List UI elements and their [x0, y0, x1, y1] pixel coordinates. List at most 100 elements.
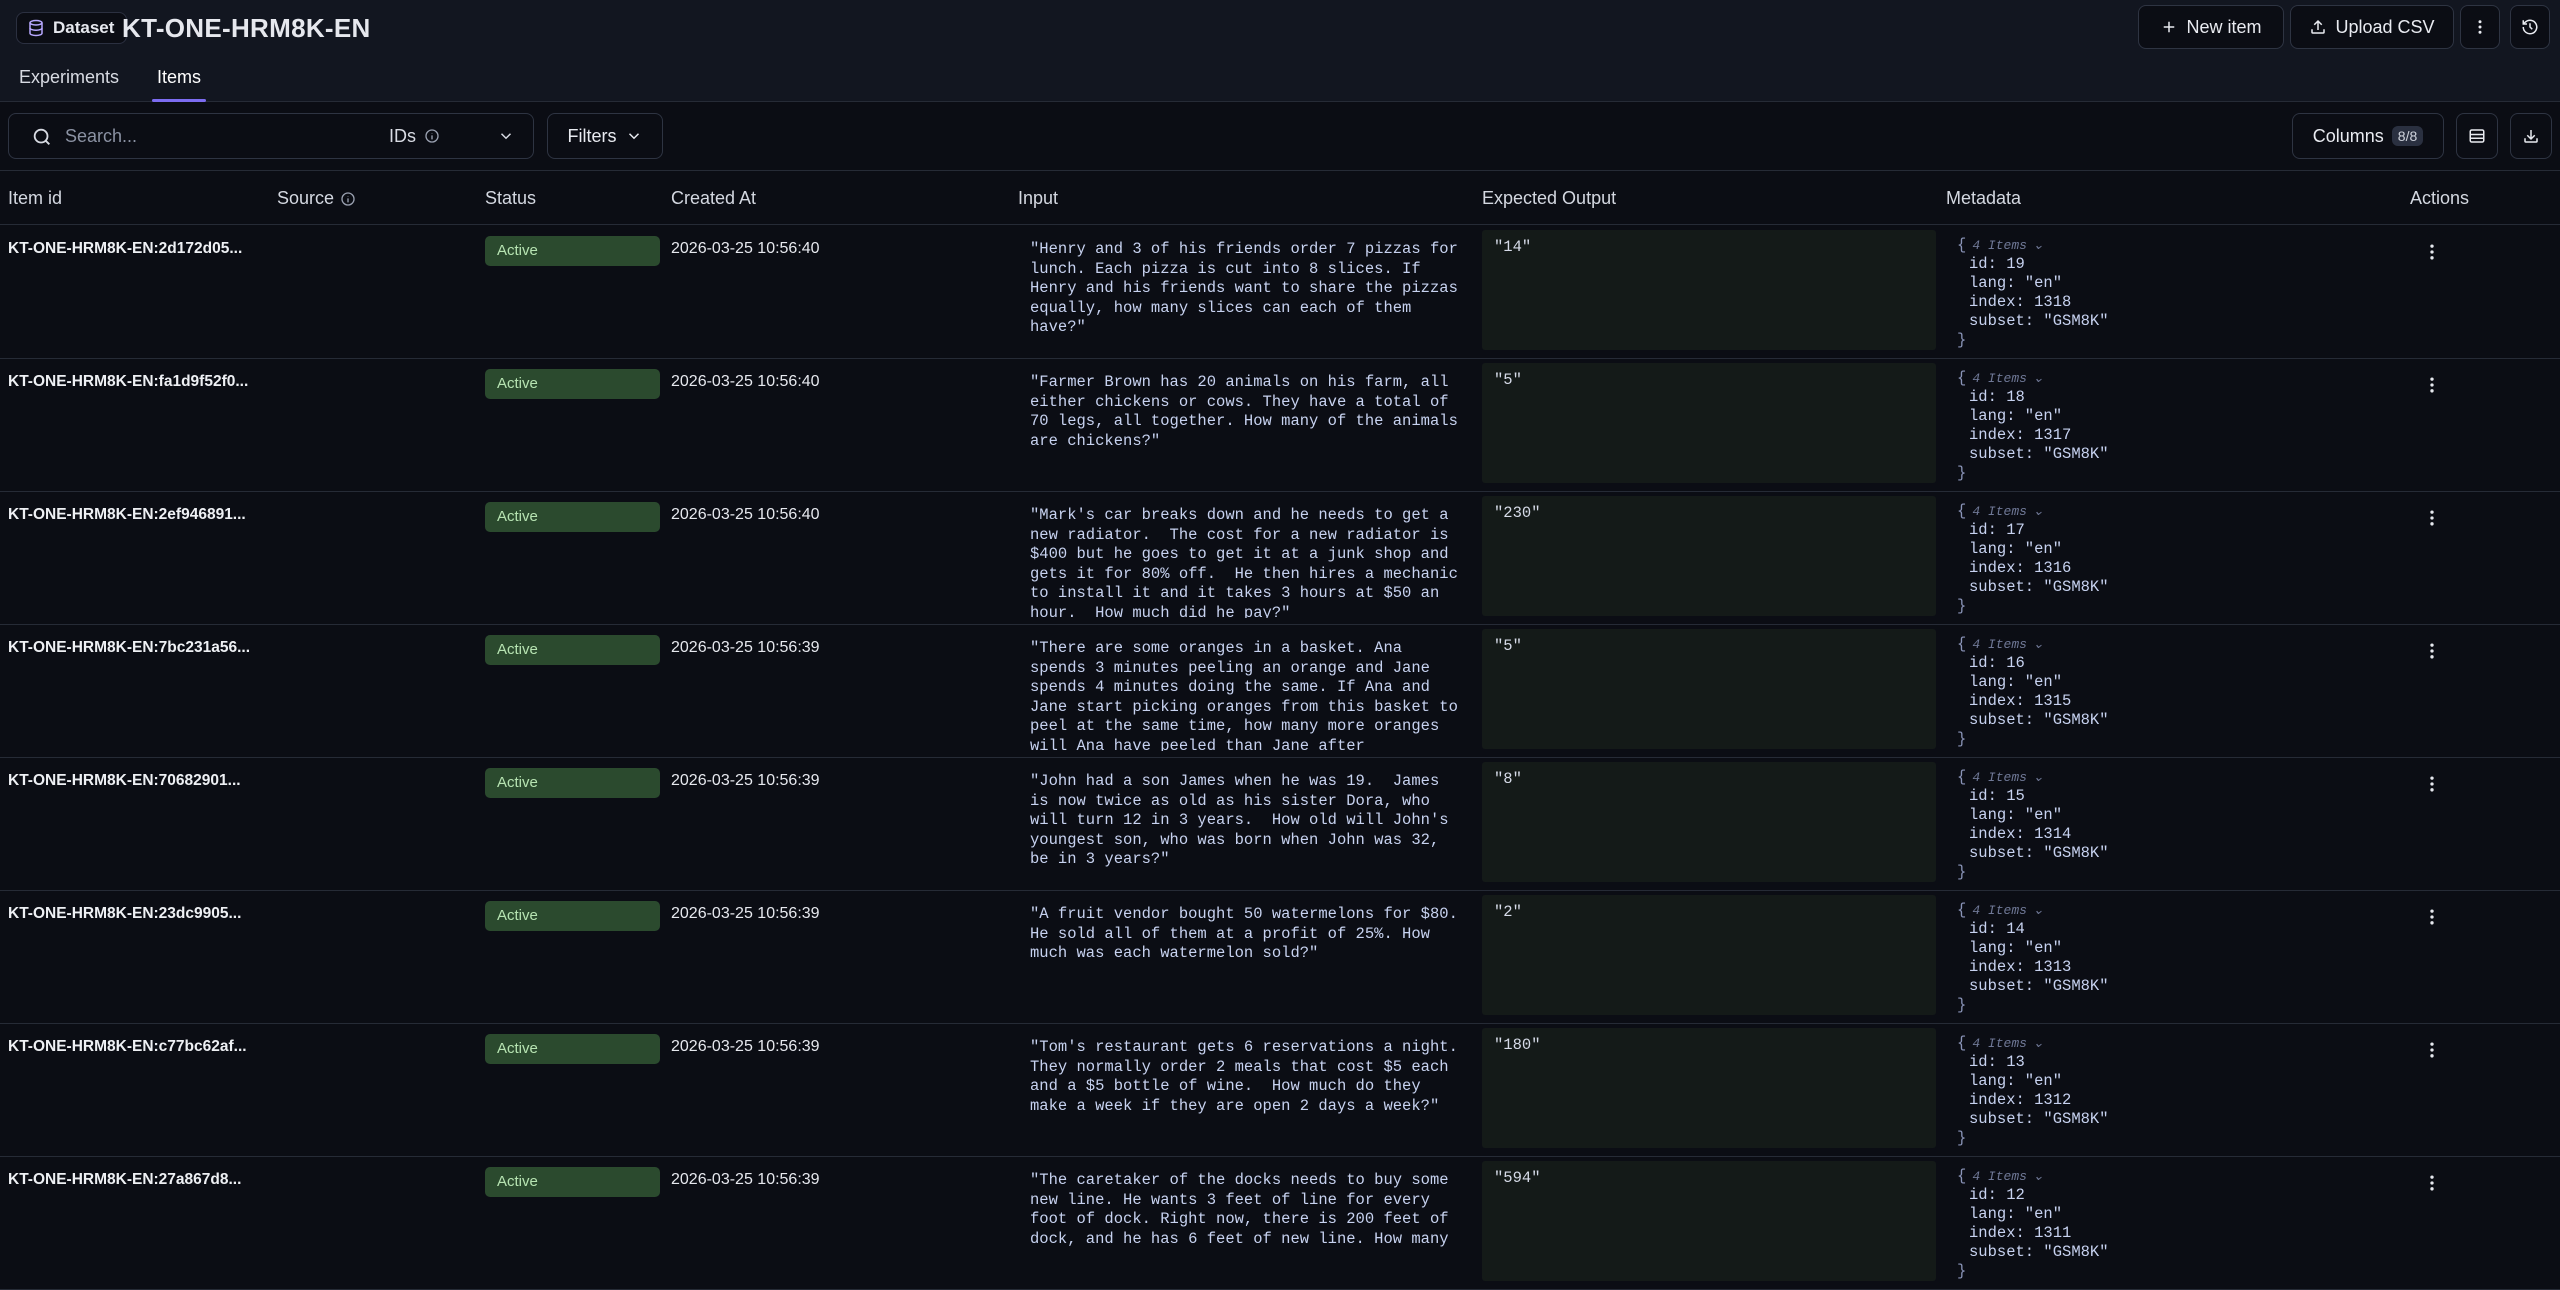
metadata-subset: subset: "GSM8K"	[1969, 1110, 2109, 1128]
row-actions-icon[interactable]	[2422, 774, 2442, 794]
chevron-down-icon[interactable]	[497, 127, 515, 145]
row-actions-icon[interactable]	[2422, 1040, 2442, 1060]
search-input[interactable]	[65, 114, 365, 158]
ids-selector[interactable]: IDs	[389, 114, 440, 158]
row-actions-icon[interactable]	[2422, 375, 2442, 395]
history-icon	[2522, 19, 2538, 35]
item-id[interactable]: KT-ONE-HRM8K-EN:70682901...	[8, 772, 241, 790]
expected-output-cell: "5"	[1482, 363, 1936, 483]
metadata-count[interactable]: 4 Items	[1972, 238, 2027, 253]
item-id[interactable]: KT-ONE-HRM8K-EN:c77bc62af...	[8, 1038, 247, 1056]
metadata-subset: subset: "GSM8K"	[1969, 1243, 2109, 1261]
table-row[interactable]: KT-ONE-HRM8K-EN:23dc9905... Active 2026-03…	[0, 891, 2560, 1024]
metadata-index: index: 1313	[1969, 958, 2072, 976]
metadata-id: id: 19	[1969, 255, 2025, 273]
metadata-index: index: 1312	[1969, 1091, 2072, 1109]
table-row[interactable]: KT-ONE-HRM8K-EN:27a867d8... Active 2026-03…	[0, 1157, 2560, 1290]
metadata-viewer: {4 Items ⌄ id: 16 lang: "en" index: 1315 subs…	[1957, 635, 2109, 749]
item-id[interactable]: KT-ONE-HRM8K-EN:27a867d8...	[8, 1171, 241, 1189]
metadata-id: id: 12	[1969, 1186, 2025, 1204]
metadata-lang: lang: "en"	[1969, 1205, 2063, 1223]
metadata-count[interactable]: 4 Items	[1972, 1036, 2027, 1051]
upload-icon	[2311, 19, 2326, 34]
metadata-lang: lang: "en"	[1969, 939, 2063, 957]
metadata-lang: lang: "en"	[1969, 673, 2063, 691]
info-icon	[425, 129, 439, 143]
status-badge: Active	[485, 1034, 660, 1064]
table-row[interactable]: KT-ONE-HRM8K-EN:7bc231a56... Active 2026-0…	[0, 625, 2560, 758]
expected-output-value: "5"	[1494, 371, 1522, 389]
item-id[interactable]: KT-ONE-HRM8K-EN:7bc231a56...	[8, 639, 250, 657]
new-item-label: New item	[2186, 16, 2262, 37]
table-row[interactable]: KT-ONE-HRM8K-EN:c77bc62af... Active 2026-0…	[0, 1024, 2560, 1157]
metadata-open: {4 Items ⌄	[1957, 369, 2044, 387]
table-row[interactable]: KT-ONE-HRM8K-EN:70682901... Active 2026-03…	[0, 758, 2560, 891]
row-actions-icon[interactable]	[2422, 907, 2442, 927]
column-header-status[interactable]: Status	[485, 188, 536, 209]
metadata-lang: lang: "en"	[1969, 274, 2063, 292]
metadata-id: id: 13	[1969, 1053, 2025, 1071]
filters-button[interactable]: Filters	[547, 113, 663, 159]
row-density-button[interactable]	[2456, 113, 2498, 159]
expected-output-cell: "5"	[1482, 629, 1936, 749]
metadata-viewer: {4 Items ⌄ id: 12 lang: "en" index: 1311 subs…	[1957, 1167, 2109, 1281]
metadata-index: index: 1315	[1969, 692, 2072, 710]
metadata-subset: subset: "GSM8K"	[1969, 445, 2109, 463]
row-actions-icon[interactable]	[2422, 641, 2442, 661]
table-row[interactable]: KT-ONE-HRM8K-EN:2d172d05... Active 2026-03…	[0, 226, 2560, 359]
tab-experiments[interactable]: Experiments	[0, 62, 138, 102]
column-header-expected-output[interactable]: Expected Output	[1482, 188, 1616, 209]
ids-label: IDs	[389, 125, 416, 146]
metadata-viewer: {4 Items ⌄ id: 17 lang: "en" index: 1316 subs…	[1957, 502, 2109, 616]
column-header-actions: Actions	[2410, 188, 2470, 208]
metadata-id: id: 16	[1969, 654, 2025, 672]
metadata-count[interactable]: 4 Items	[1972, 903, 2027, 918]
metadata-close: }	[1957, 863, 1967, 881]
created-at: 2026-03-25 10:56:39	[671, 772, 820, 789]
metadata-lang: lang: "en"	[1969, 1072, 2063, 1090]
metadata-count[interactable]: 4 Items	[1972, 1169, 2027, 1184]
column-header-input[interactable]: Input	[1018, 188, 1058, 209]
row-actions-icon[interactable]	[2422, 1173, 2442, 1193]
metadata-id: id: 17	[1969, 521, 2025, 539]
table-row[interactable]: KT-ONE-HRM8K-EN:2ef946891... Active 2026-0…	[0, 492, 2560, 625]
history-button[interactable]	[2510, 5, 2550, 49]
search-icon	[33, 128, 50, 145]
table-row[interactable]: KT-ONE-HRM8K-EN:fa1d9f52f0... Active 2026-…	[0, 359, 2560, 492]
upload-csv-button[interactable]: Upload CSV	[2290, 5, 2454, 49]
metadata-viewer: {4 Items ⌄ id: 15 lang: "en" index: 1314 subs…	[1957, 768, 2109, 882]
metadata-lang: lang: "en"	[1969, 407, 2063, 425]
column-header-created-at[interactable]: Created At	[671, 188, 756, 209]
metadata-subset: subset: "GSM8K"	[1969, 312, 2109, 330]
item-id[interactable]: KT-ONE-HRM8K-EN:2ef946891...	[8, 506, 246, 524]
download-icon	[2524, 130, 2538, 143]
column-header-metadata[interactable]: Metadata	[1946, 188, 2021, 209]
metadata-count[interactable]: 4 Items	[1972, 637, 2027, 652]
metadata-count[interactable]: 4 Items	[1972, 371, 2027, 386]
expected-output-cell: "180"	[1482, 1028, 1936, 1148]
metadata-lang: lang: "en"	[1969, 806, 2063, 824]
row-actions-icon[interactable]	[2422, 242, 2442, 262]
expected-output-value: "230"	[1494, 504, 1541, 522]
expected-output-cell: "594"	[1482, 1161, 1936, 1281]
columns-button[interactable]: Columns 8/8	[2292, 113, 2444, 159]
row-actions-icon[interactable]	[2422, 508, 2442, 528]
search-box: IDs	[8, 113, 534, 159]
created-at: 2026-03-25 10:56:39	[671, 905, 820, 922]
download-button[interactable]	[2510, 113, 2552, 159]
item-id[interactable]: KT-ONE-HRM8K-EN:fa1d9f52f0...	[8, 373, 248, 391]
metadata-open: {4 Items ⌄	[1957, 502, 2044, 520]
column-header-item-id[interactable]: Item id	[8, 188, 62, 209]
item-id[interactable]: KT-ONE-HRM8K-EN:2d172d05...	[8, 240, 242, 258]
metadata-count[interactable]: 4 Items	[1972, 770, 2027, 785]
metadata-count[interactable]: 4 Items	[1972, 504, 2027, 519]
expected-output-value: "2"	[1494, 903, 1522, 921]
new-item-button[interactable]: New item	[2138, 5, 2284, 49]
tab-items[interactable]: Items	[138, 62, 220, 102]
expected-output-cell: "14"	[1482, 230, 1936, 350]
more-options-button[interactable]	[2460, 5, 2500, 49]
item-id[interactable]: KT-ONE-HRM8K-EN:23dc9905...	[8, 905, 241, 923]
metadata-index: index: 1314	[1969, 825, 2072, 843]
column-header-source[interactable]: Source	[277, 188, 356, 209]
input-text: "Henry and 3 of his friends order 7 pizz…	[1030, 240, 1458, 336]
